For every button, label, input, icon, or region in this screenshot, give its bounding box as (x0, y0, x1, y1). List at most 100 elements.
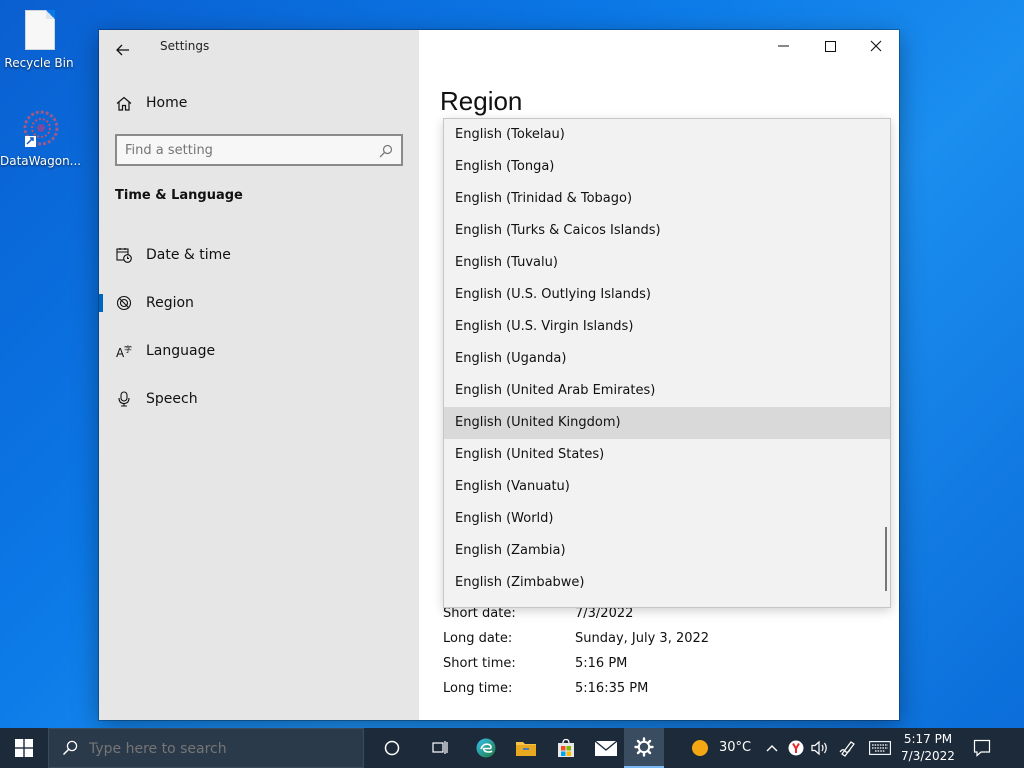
mail-button[interactable] (586, 728, 626, 768)
dropdown-option[interactable]: English (Turks & Caicos Islands) (444, 215, 890, 247)
cortana-circle-icon (384, 740, 400, 756)
dropdown-option[interactable]: English (United Arab Emirates) (444, 375, 890, 407)
minimize-icon (778, 45, 789, 47)
format-row-short-time: Short time: 5:16 PM (443, 656, 627, 671)
nav-speech[interactable]: Speech (99, 379, 419, 419)
close-button[interactable] (853, 30, 899, 62)
dropdown-option[interactable]: English (Tuvalu) (444, 247, 890, 279)
settings-taskbar-button[interactable] (624, 728, 664, 768)
clock-time: 5:17 PM (903, 732, 953, 746)
dropdown-option[interactable]: English (Zimbabwe) (444, 567, 890, 599)
task-view-button[interactable] (420, 728, 460, 768)
format-row-short-date: Short date: 7/3/2022 (443, 606, 633, 621)
taskbar: 30°C 5:17 PM 7/3/2022 (0, 728, 1024, 768)
back-arrow-icon (116, 44, 129, 56)
window-title: Settings (160, 39, 210, 53)
sun-weather-icon (692, 740, 708, 756)
weather-temperature: 30°C (719, 740, 752, 755)
search-icon (379, 143, 393, 162)
dropdown-option[interactable]: English (Vanuatu) (444, 471, 890, 503)
regional-format-dropdown-list[interactable]: English (Tokelau) English (Tonga) Englis… (443, 118, 891, 608)
nav-region-label: Region (146, 295, 194, 311)
dropdown-option[interactable]: English (Tonga) (444, 151, 890, 183)
file-explorer-button[interactable] (506, 728, 546, 768)
dropdown-option[interactable]: English (World) (444, 503, 890, 535)
language-icon: A字 (115, 342, 133, 360)
format-value: 5:16 PM (575, 656, 628, 671)
desktop-icon-recycle-bin[interactable]: Recycle Bin (0, 8, 78, 70)
maximize-button[interactable] (807, 30, 853, 62)
mail-envelope-icon (594, 740, 618, 756)
task-view-icon (432, 741, 448, 754)
edge-browser-button[interactable] (466, 728, 506, 768)
format-label: Short date: (443, 606, 516, 621)
dropdown-option[interactable]: English (Tokelau) (444, 119, 890, 151)
microsoft-store-button[interactable] (546, 728, 586, 768)
folder-icon (516, 742, 536, 756)
taskbar-search-input[interactable] (89, 740, 349, 758)
nav-speech-label: Speech (146, 391, 198, 407)
dropdown-option-selected[interactable]: English (United Kingdom) (444, 407, 890, 439)
speaker-volume-icon (811, 740, 827, 756)
nav-date-time[interactable]: Date & time (99, 235, 419, 275)
clock-date: 7/3/2022 (901, 749, 955, 763)
touch-keyboard-button[interactable] (860, 728, 900, 768)
store-bag-icon (558, 738, 574, 757)
find-setting-search[interactable] (115, 134, 403, 166)
svg-text:字: 字 (124, 344, 132, 354)
section-title: Time & Language (115, 188, 243, 203)
pen-workspace-icon (839, 741, 855, 757)
search-icon (62, 740, 78, 760)
start-button[interactable] (0, 728, 48, 768)
desktop-icon-label: DataWagon... (0, 154, 82, 168)
notification-icon (973, 739, 991, 757)
cortana-button[interactable] (372, 728, 412, 768)
nav-language-label: Language (146, 343, 216, 359)
format-label: Long date: (443, 631, 513, 646)
keyboard-icon (869, 741, 891, 755)
format-row-long-date: Long date: Sunday, July 3, 2022 (443, 631, 709, 646)
datawagon-app-icon (17, 106, 61, 150)
windows-logo-icon (15, 739, 33, 757)
microphone-icon (115, 390, 133, 408)
close-icon (870, 40, 882, 52)
recycle-bin-icon (17, 8, 61, 52)
format-label: Long time: (443, 681, 513, 696)
home-icon (115, 94, 133, 112)
dropdown-option[interactable]: English (U.S. Outlying Islands) (444, 279, 890, 311)
dropdown-scrollbar[interactable] (885, 527, 887, 591)
nav-home-label: Home (146, 95, 188, 111)
dropdown-option[interactable]: English (Uganda) (444, 343, 890, 375)
taskbar-clock[interactable]: 5:17 PM 7/3/2022 (896, 731, 960, 765)
dropdown-option[interactable]: English (Trinidad & Tobago) (444, 183, 890, 215)
settings-sidebar: Settings Home Time & Language Date & tim… (99, 30, 419, 720)
nav-date-time-label: Date & time (146, 247, 231, 263)
chevron-up-icon (766, 745, 778, 752)
dropdown-option[interactable]: English (Zambia) (444, 535, 890, 567)
globe-icon (115, 294, 133, 312)
desktop-icon-datawagon[interactable]: DataWagon... (0, 106, 82, 168)
format-value: 5:16:35 PM (575, 681, 649, 696)
dropdown-option[interactable]: English (United States) (444, 439, 890, 471)
settings-window: Settings Home Time & Language Date & tim… (99, 30, 899, 720)
calendar-clock-icon (115, 246, 133, 264)
nav-language[interactable]: A字 Language (99, 331, 419, 371)
minimize-button[interactable] (761, 30, 807, 62)
taskbar-search[interactable] (48, 728, 364, 768)
edge-icon (476, 738, 496, 758)
active-indicator (99, 294, 103, 312)
back-button[interactable] (109, 36, 137, 64)
format-value: 7/3/2022 (575, 606, 634, 621)
nav-region[interactable]: Region (99, 283, 419, 323)
nav-home[interactable]: Home (99, 83, 419, 123)
format-value: Sunday, July 3, 2022 (575, 631, 710, 646)
weather-widget[interactable] (680, 728, 720, 768)
desktop-icon-label: Recycle Bin (4, 56, 74, 70)
page-title: Region (440, 86, 523, 116)
maximize-icon (824, 40, 836, 52)
action-center-button[interactable] (962, 728, 1002, 768)
gear-icon (634, 737, 654, 757)
format-label: Short time: (443, 656, 516, 671)
find-setting-input[interactable] (125, 141, 365, 159)
dropdown-option[interactable]: English (U.S. Virgin Islands) (444, 311, 890, 343)
